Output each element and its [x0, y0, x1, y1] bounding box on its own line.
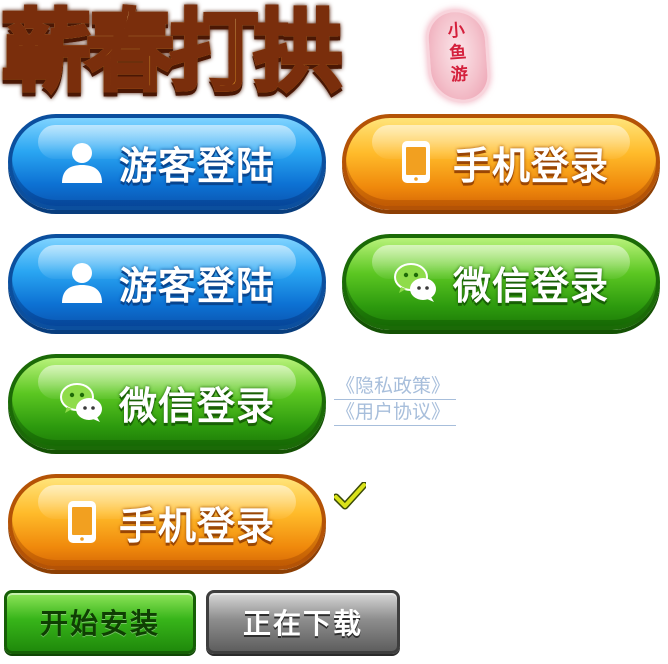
wechat-icon — [393, 263, 436, 302]
phone-login-button-alt[interactable]: 手机登录 — [8, 474, 326, 570]
phone-icon — [401, 141, 430, 183]
guest-login-button[interactable]: 游客登陆 — [8, 114, 326, 210]
downloading-label: 正在下载 — [242, 607, 363, 640]
guest-login-button-alt[interactable]: 游客登陆 — [8, 234, 326, 330]
brand-badge: 小 鱼 游 — [426, 10, 490, 102]
phone-icon — [67, 501, 96, 543]
start-install-label: 开始安装 — [39, 607, 160, 640]
guest-login-label: 游客登陆 — [118, 143, 275, 188]
user-agreement-link[interactable]: 《用户协议》 — [334, 400, 457, 426]
game-title: 蕲春打拱 — [0, 0, 344, 104]
guest-login-label: 游客登陆 — [118, 263, 275, 308]
start-install-button[interactable]: 开始安装 — [4, 590, 196, 654]
wechat-login-label: 微信登录 — [118, 383, 275, 428]
phone-login-button[interactable]: 手机登录 — [342, 114, 660, 210]
user-icon — [61, 263, 102, 303]
wechat-login-button[interactable]: 微信登录 — [342, 234, 660, 330]
phone-login-label: 手机登录 — [452, 143, 609, 188]
downloading-button[interactable]: 正在下载 — [206, 590, 400, 654]
wechat-login-label: 微信登录 — [452, 263, 609, 308]
user-icon — [61, 143, 102, 183]
phone-login-label: 手机登录 — [118, 503, 275, 548]
brand-badge-text: 小 鱼 游 — [447, 20, 469, 86]
wechat-login-button-alt[interactable]: 微信登录 — [8, 354, 326, 450]
privacy-policy-link[interactable]: 《隐私政策》 — [334, 374, 457, 400]
checkmark-icon[interactable] — [334, 482, 366, 510]
wechat-icon — [59, 383, 102, 422]
